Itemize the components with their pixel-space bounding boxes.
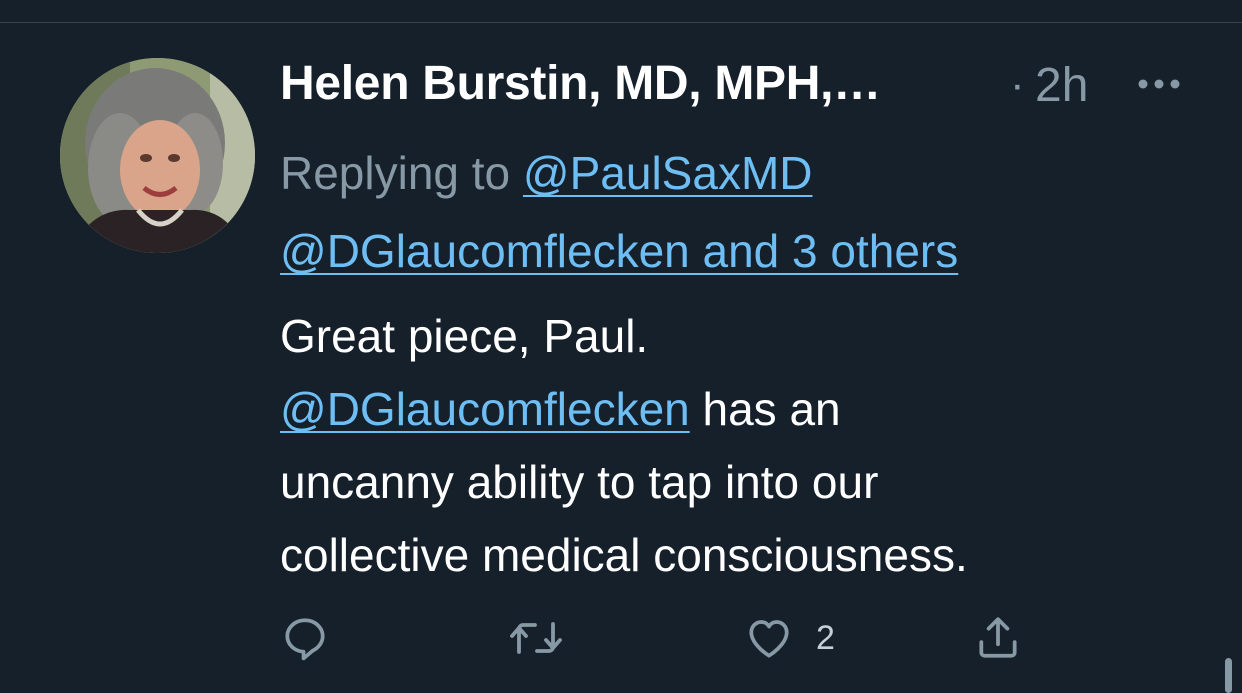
profile-photo bbox=[60, 58, 255, 253]
avatar[interactable] bbox=[60, 58, 255, 253]
heart-icon bbox=[749, 620, 789, 658]
retweet-icon bbox=[510, 622, 562, 654]
reply-context: Replying to @PaulSaxMD @DGlaucomflecken … bbox=[280, 134, 1180, 290]
like-count: 2 bbox=[816, 618, 835, 657]
share-icon bbox=[979, 617, 1017, 658]
reply-prefix: Replying to bbox=[280, 147, 523, 199]
separator-dot: · bbox=[1010, 60, 1025, 109]
tweet-text-line: collective medical consciousness. bbox=[280, 529, 968, 581]
tweet-actions: 2 bbox=[280, 610, 1040, 670]
retweet-button[interactable] bbox=[508, 610, 564, 666]
tweet-body: Great piece, Paul. @DGlaucomflecken has … bbox=[280, 300, 1200, 592]
more-horizontal-icon bbox=[1138, 79, 1180, 89]
more-button[interactable] bbox=[1134, 64, 1184, 104]
author-display-name[interactable]: Helen Burstin, MD, MPH,… bbox=[280, 56, 881, 111]
tweet-text-line: uncanny ability to tap into our bbox=[280, 456, 879, 508]
tweet-text-line: @DGlaucomflecken has an bbox=[280, 373, 1200, 446]
reply-icon bbox=[285, 618, 325, 661]
top-divider bbox=[0, 22, 1242, 23]
tweet-header: Helen Burstin, MD, MPH,… · 2h bbox=[280, 52, 1220, 116]
like-button[interactable]: 2 bbox=[744, 610, 835, 666]
mention-link-others[interactable]: @DGlaucomflecken and 3 others bbox=[280, 225, 958, 277]
reply-button[interactable] bbox=[280, 610, 330, 666]
mention-link-dglaucomflecken[interactable]: @DGlaucomflecken bbox=[280, 383, 690, 435]
tweet-text-line: Great piece, Paul. bbox=[280, 310, 649, 362]
scrollbar[interactable] bbox=[1225, 658, 1232, 693]
share-button[interactable] bbox=[973, 610, 1023, 666]
mention-link-paulsaxmd[interactable]: @PaulSaxMD bbox=[523, 147, 813, 199]
tweet-text-fragment: has an bbox=[689, 383, 841, 435]
tweet-timestamp[interactable]: 2h bbox=[1035, 58, 1088, 113]
